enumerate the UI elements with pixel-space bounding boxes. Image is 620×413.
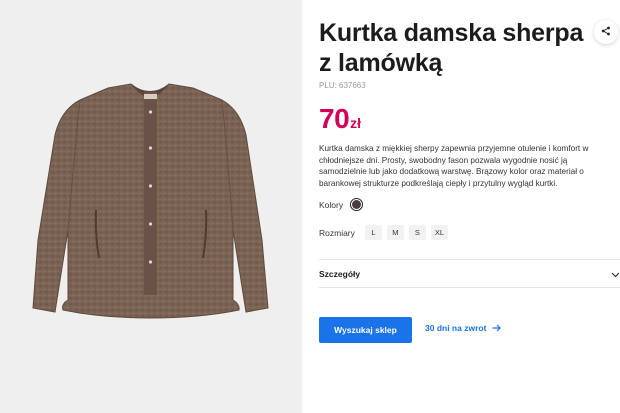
product-description: Kurtka damska z miękkiej sherpy zapewnia…	[319, 144, 589, 188]
return-link-label: 30 dni na zwrot	[425, 323, 487, 333]
colors-row: Kolory	[319, 198, 364, 211]
size-option-xl[interactable]: XL	[430, 225, 449, 240]
colors-label: Kolory	[319, 199, 344, 210]
details-accordion[interactable]: Szczegóły	[319, 260, 620, 287]
size-option-l[interactable]: L	[364, 225, 382, 240]
sizes-row: Rozmiary L M S XL	[319, 225, 449, 240]
product-price: 70 zł	[319, 103, 361, 135]
product-info: Kurtka damska sherpa z lamówką PLU: 6376…	[319, 0, 620, 413]
find-store-button[interactable]: Wyszukaj sklep	[319, 317, 412, 343]
details-label: Szczegóły	[319, 268, 361, 279]
product-title: Kurtka damska sherpa z lamówką	[319, 19, 584, 77]
return-policy-link[interactable]: 30 dni na zwrot	[425, 323, 502, 333]
price-value: 70	[319, 103, 350, 134]
product-plu: PLU: 637663	[319, 81, 366, 90]
divider-bottom	[319, 287, 620, 288]
jacket-image	[32, 83, 269, 319]
color-swatch-brown[interactable]	[350, 198, 364, 211]
size-option-s[interactable]: S	[408, 225, 426, 240]
share-icon	[601, 23, 611, 41]
product-image-panel	[0, 0, 302, 413]
arrow-right-icon	[492, 324, 502, 332]
sizes-label: Rozmiary	[319, 227, 355, 238]
share-button[interactable]	[594, 20, 618, 44]
chevron-down-icon	[611, 265, 620, 283]
color-swatch-fill	[352, 200, 362, 209]
price-currency: zł	[350, 115, 362, 131]
size-option-m[interactable]: M	[386, 225, 404, 240]
